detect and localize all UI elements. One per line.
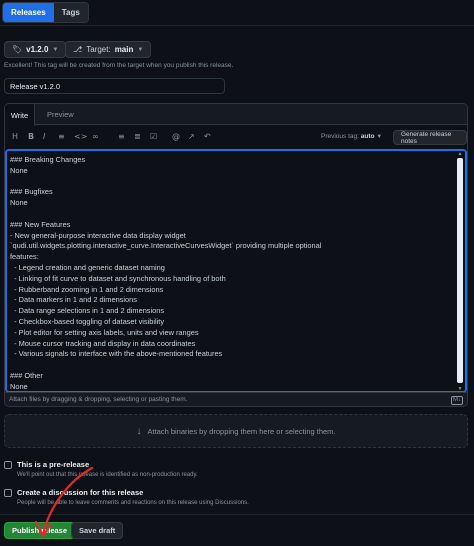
- unordered-list-icon[interactable]: ≡: [118, 132, 125, 141]
- body-line: None: [10, 198, 28, 208]
- chevron-down-icon: ▼: [137, 46, 144, 53]
- release-tag-tabs: Releases Tags: [2, 2, 89, 23]
- header-divider: [0, 25, 474, 26]
- tab-tags[interactable]: Tags: [53, 3, 88, 22]
- editor-tabs: Write Preview: [5, 104, 467, 126]
- body-line: ### New Features: [10, 219, 71, 229]
- tab-write[interactable]: Write: [5, 104, 35, 126]
- body-line: - New general-purpose interactive data d…: [10, 230, 186, 240]
- tag-hint: Excellent! This tag will be created from…: [4, 62, 234, 69]
- choose-tag-button[interactable]: 🏷︎ v1.2.0 ▼: [4, 41, 67, 58]
- save-draft-button[interactable]: Save draft: [71, 522, 124, 539]
- body-line: `qudi.util.widgets.plotting.interactive_…: [10, 241, 322, 251]
- target-branch: main: [114, 45, 134, 54]
- arrow-down-icon: ↓: [136, 425, 142, 437]
- prerelease-option: This is a pre-release We'll point out th…: [4, 460, 198, 478]
- release-title-input[interactable]: Release v1.2.0: [4, 78, 225, 94]
- ordered-list-icon[interactable]: ≣: [134, 132, 141, 141]
- body-line: - Legend creation and generic dataset na…: [10, 262, 165, 272]
- scroll-thumb[interactable]: [457, 158, 463, 383]
- attach-files-hint: Attach files by dragging & dropping, sel…: [9, 396, 188, 403]
- tag-label: v1.2.0: [26, 45, 49, 54]
- body-line: [10, 360, 452, 371]
- release-notes-editor: Write Preview H B I ≡ <> ∞ ≡ ≣ ☑ @ ↗ ↶ P…: [4, 103, 468, 407]
- discussion-option: Create a discussion for this release Peo…: [4, 488, 249, 506]
- link-icon[interactable]: ∞: [92, 132, 99, 141]
- body-line: ### Other: [10, 370, 43, 380]
- body-line: - Plot editor for setting axis labels, u…: [10, 327, 199, 337]
- body-line: - Linking of fit curve to dataset and sy…: [10, 273, 226, 283]
- body-line: - Rubberband zooming in 1 and 2 dimensio…: [10, 284, 164, 294]
- scroll-up-icon[interactable]: ▲: [456, 151, 464, 157]
- binaries-dropzone[interactable]: ↓ Attach binaries by dropping them here …: [4, 414, 468, 448]
- body-line: - Data markers in 1 and 2 dimensions: [10, 295, 137, 305]
- release-body-textarea[interactable]: ### Breaking Changes None ### Bugfixes None…: [5, 149, 467, 393]
- tab-releases[interactable]: Releases: [3, 3, 54, 22]
- tag-icon: 🏷︎: [12, 45, 23, 54]
- binaries-hint: Attach binaries by dropping them here or…: [147, 426, 336, 436]
- mention-icon[interactable]: @: [172, 132, 180, 141]
- previous-tag-selector[interactable]: Previous tag: auto ▼: [321, 133, 382, 140]
- prerelease-title: This is a pre-release: [17, 460, 90, 469]
- bold-icon[interactable]: B: [28, 132, 34, 141]
- reference-icon[interactable]: ↗: [188, 132, 195, 141]
- prerelease-description: We'll point out that this release is ide…: [17, 472, 198, 478]
- release-body-text: ### Breaking Changes None ### Bugfixes None…: [10, 155, 452, 393]
- heading-icon[interactable]: H: [12, 132, 18, 141]
- textarea-scrollbar[interactable]: ▲ ▼: [456, 151, 464, 392]
- code-icon[interactable]: <>: [74, 132, 87, 141]
- markdown-toolbar: H B I ≡ <> ∞ ≡ ≣ ☑ @ ↗ ↶ Previous tag: a…: [5, 126, 467, 148]
- attach-files-bar[interactable]: Attach files by dragging & dropping, sel…: [5, 392, 467, 406]
- discussion-checkbox[interactable]: [4, 489, 12, 497]
- discussion-description: People will be able to leave comments an…: [17, 500, 249, 506]
- prerelease-checkbox[interactable]: [4, 461, 12, 469]
- task-list-icon[interactable]: ☑: [150, 132, 157, 141]
- body-line: ### Breaking Changes: [10, 155, 86, 164]
- quote-icon[interactable]: ≡: [58, 132, 65, 141]
- markdown-icon: M↓: [451, 396, 463, 405]
- previous-tag-value: auto: [360, 133, 375, 140]
- body-line: - Data range selections in 1 and 2 dimen…: [10, 306, 165, 316]
- generate-release-notes-button[interactable]: Generate release notes: [393, 130, 467, 145]
- body-line: ### Bugfixes: [10, 187, 53, 197]
- undo-icon[interactable]: ↶: [204, 132, 211, 141]
- body-line: [10, 209, 452, 220]
- actions-divider: [0, 514, 474, 515]
- body-line: features:: [10, 252, 39, 262]
- body-line: None: [10, 381, 28, 391]
- body-line: - Checkbox-based toggling of dataset vis…: [10, 316, 165, 326]
- chevron-down-icon: ▼: [376, 134, 383, 140]
- italic-icon[interactable]: I: [43, 132, 45, 141]
- target-prefix: Target:: [86, 45, 111, 54]
- body-line: - Various signals to interface with the …: [10, 349, 223, 359]
- body-line: None: [10, 165, 28, 175]
- previous-tag-label: Previous tag:: [321, 133, 359, 140]
- target-branch-button[interactable]: ⎇ Target: main ▼: [65, 41, 152, 58]
- publish-release-button[interactable]: Publish release: [4, 522, 76, 539]
- branch-icon: ⎇: [73, 45, 83, 54]
- discussion-title: Create a discussion for this release: [17, 488, 144, 497]
- tab-preview[interactable]: Preview: [47, 104, 74, 125]
- chevron-down-icon: ▼: [52, 46, 59, 53]
- body-line: [10, 177, 452, 188]
- body-line: - Mouse cursor tracking and display in d…: [10, 338, 196, 348]
